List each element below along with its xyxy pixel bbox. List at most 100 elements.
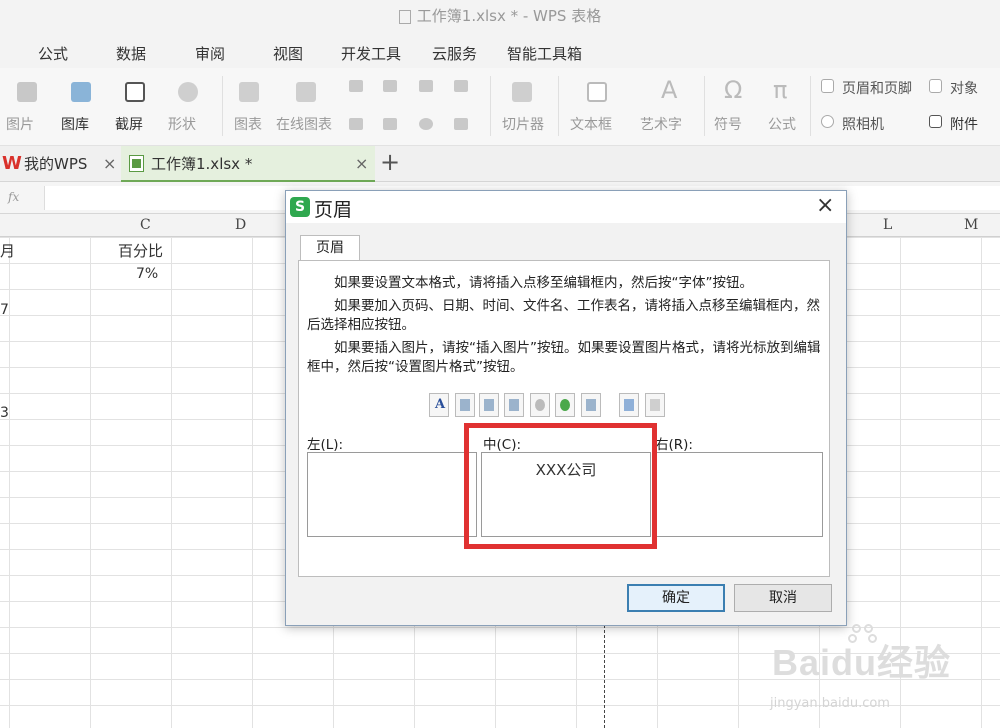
instruction-text: 如果要设置文本格式，请将插入点移至编辑框内，然后按“字体”按钮。	[334, 275, 753, 291]
symbol-button[interactable]: 符号	[714, 114, 742, 134]
baidu-watermark: Baidu经验 jingyan.baidu.com	[760, 624, 990, 724]
column-header-l[interactable]: L	[883, 217, 892, 233]
menu-smart-tools[interactable]: 智能工具箱	[507, 43, 582, 64]
cancel-button[interactable]: 取消	[734, 584, 832, 612]
stock-chart-icon[interactable]	[383, 118, 397, 130]
header-dialog: S 页眉 × 页眉 如果要设置文本格式，请将插入点移至编辑框内，然后按“字体”按…	[285, 190, 847, 626]
calendar-icon	[509, 399, 519, 411]
date-button[interactable]	[504, 393, 524, 417]
picture-icon	[624, 399, 634, 411]
left-section-label: 左(L):	[307, 437, 344, 453]
menu-cloud[interactable]: 云服务	[432, 43, 477, 64]
time-button[interactable]	[530, 393, 550, 417]
dialog-title-bar[interactable]: S 页眉 ×	[286, 191, 846, 223]
chart-button[interactable]: 图表	[234, 114, 262, 134]
online-chart-icon	[296, 82, 316, 102]
tab-my-wps[interactable]: W 我的WPS	[0, 146, 120, 182]
cell-c2[interactable]: 7%	[136, 266, 158, 282]
sheet-name-button[interactable]	[581, 393, 601, 417]
bar-chart-icon[interactable]	[383, 80, 397, 92]
column-header-m[interactable]: M	[964, 217, 978, 233]
watermark-url: jingyan.baidu.com	[770, 696, 890, 711]
menu-view[interactable]: 视图	[273, 43, 303, 64]
spreadsheet-icon	[129, 155, 144, 172]
line-chart-icon[interactable]	[419, 80, 433, 92]
gallery-icon	[71, 82, 91, 102]
attachment-icon	[929, 115, 942, 128]
column-chart-icon[interactable]	[349, 80, 363, 92]
cell-c1[interactable]: 百分比	[118, 240, 163, 261]
dialog-title: 页眉	[314, 199, 353, 221]
cell-a3-partial[interactable]: 7	[0, 302, 9, 318]
menu-data[interactable]: 数据	[116, 43, 146, 64]
insert-picture-button[interactable]	[619, 393, 639, 417]
page-number-button[interactable]	[455, 393, 475, 417]
shape-icon	[178, 82, 198, 102]
column-header-d[interactable]: D	[235, 217, 246, 233]
object-button[interactable]: 对象	[950, 78, 978, 98]
area-chart-icon[interactable]	[349, 118, 363, 130]
new-tab-icon[interactable]: +	[380, 148, 400, 176]
refresh-icon	[560, 399, 570, 411]
menu-formula[interactable]: 公式	[38, 43, 68, 64]
textbox-icon	[587, 82, 607, 102]
document-icon	[398, 9, 411, 24]
radar-chart-icon[interactable]	[454, 80, 468, 92]
tab-header[interactable]: 页眉	[300, 235, 360, 261]
attachment-button[interactable]: 附件	[950, 114, 978, 134]
header-footer-icon	[821, 79, 834, 93]
page-number-icon	[460, 399, 470, 411]
header-footer-button[interactable]: 页眉和页脚	[842, 78, 912, 98]
highlight-annotation	[464, 423, 657, 549]
instruction-text: 如果要加入页码、日期、时间、文件名、工作表名，请将插入点移至编辑框内，然后选择相…	[307, 298, 820, 333]
camera-icon	[821, 115, 834, 128]
picture-button[interactable]: 图片	[6, 114, 34, 134]
gallery-button[interactable]: 图库	[61, 114, 89, 134]
ribbon-separator	[558, 76, 559, 136]
close-icon[interactable]: ×	[816, 193, 834, 218]
close-tab-icon[interactable]: ×	[355, 146, 368, 182]
pie-chart-icon[interactable]	[419, 118, 433, 130]
wps-logo-icon: W	[2, 153, 22, 174]
window-title: 工作簿1.xlsx * - WPS 表格	[416, 7, 602, 25]
menu-developer[interactable]: 开发工具	[341, 43, 401, 64]
right-section-input[interactable]	[655, 452, 823, 537]
scatter-chart-icon[interactable]	[454, 118, 468, 130]
clock-icon	[535, 399, 545, 411]
wordart-button[interactable]: 艺术字	[640, 114, 682, 134]
camera-button[interactable]: 照相机	[842, 114, 884, 134]
cell-a1-partial[interactable]: 月	[0, 240, 15, 261]
menu-bar: 公式 数据 审阅 视图 开发工具 云服务 智能工具箱	[0, 34, 1000, 68]
omega-icon: Ω	[724, 76, 743, 104]
pi-icon: π	[773, 76, 788, 104]
tab-workbook1[interactable]: 工作簿1.xlsx * ×	[121, 146, 375, 182]
menu-review[interactable]: 审阅	[195, 43, 225, 64]
ribbon-toolbar: 图片 图库 截屏 形状 图表 在线图表 切片器 文本框 A 艺术字 Ω 符号 π…	[0, 68, 1000, 146]
textbox-button[interactable]: 文本框	[570, 114, 612, 134]
font-button[interactable]: A	[429, 393, 449, 417]
picture-icon	[17, 82, 37, 102]
left-section-input[interactable]	[307, 452, 477, 537]
fx-icon[interactable]: fx	[8, 190, 19, 204]
instruction-text: 如果要插入图片，请按“插入图片”按钮。如果要设置图片格式，请将光标放到编辑框中，…	[307, 340, 821, 375]
object-icon	[929, 79, 942, 93]
total-pages-icon	[484, 399, 494, 411]
format-picture-button[interactable]	[645, 393, 665, 417]
cell-a6-partial[interactable]: 3	[0, 405, 9, 421]
sheet-icon	[586, 399, 596, 411]
tab-workbook1-label: 工作簿1.xlsx *	[151, 155, 253, 173]
total-pages-button[interactable]	[479, 393, 499, 417]
tab-my-wps-label: 我的WPS	[24, 155, 88, 173]
slicer-icon	[512, 82, 532, 102]
slicer-button[interactable]: 切片器	[502, 114, 544, 134]
shape-button[interactable]: 形状	[168, 114, 196, 134]
column-header-c[interactable]: C	[140, 217, 151, 233]
online-chart-button[interactable]: 在线图表	[276, 114, 332, 134]
document-tab-bar: W 我的WPS × 工作簿1.xlsx * × +	[0, 146, 1000, 182]
close-tab-icon[interactable]: ×	[103, 146, 116, 182]
formula-button[interactable]: 公式	[768, 114, 796, 134]
file-path-button[interactable]	[555, 393, 575, 417]
screenshot-button[interactable]: 截屏	[115, 114, 143, 134]
ok-button[interactable]: 确定	[627, 584, 725, 612]
page-break-line	[604, 620, 605, 728]
